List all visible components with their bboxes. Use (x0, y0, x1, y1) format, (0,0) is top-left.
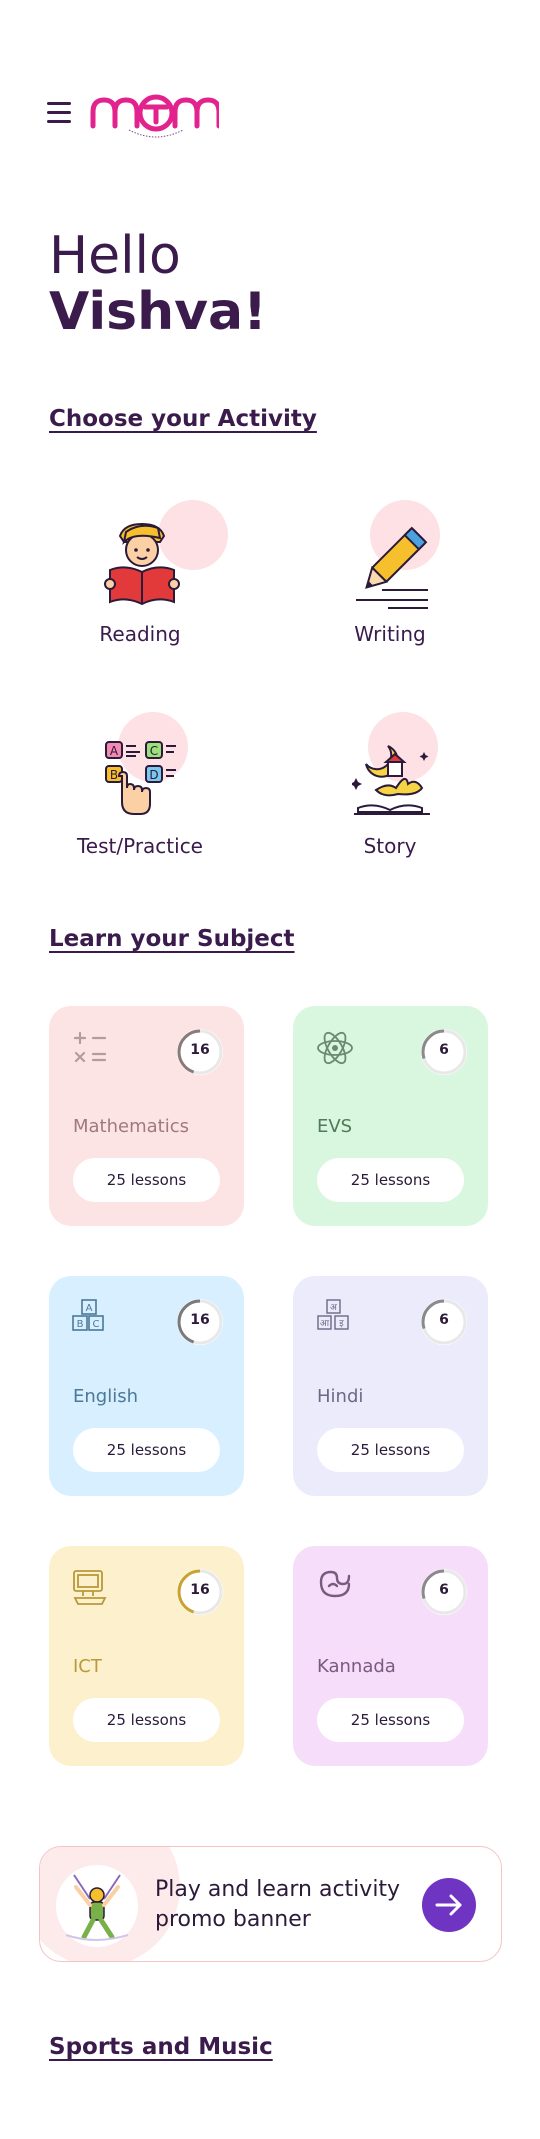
mtm-logo[interactable] (89, 86, 219, 146)
lesson-count: 16 (190, 1312, 210, 1328)
lessons-button[interactable]: 25 lessons (317, 1158, 464, 1202)
subject-name: Mathematics (73, 1116, 189, 1137)
arrow-right-icon[interactable] (422, 1878, 476, 1932)
lesson-count: 6 (439, 1312, 449, 1328)
banner-text: Play and learn activity promo banner (155, 1877, 401, 1932)
app-header (47, 86, 247, 146)
svg-text:C: C (93, 1319, 100, 1330)
lessons-button[interactable]: 25 lessons (73, 1158, 220, 1202)
lesson-count: 6 (439, 1582, 449, 1598)
activity-label: Test/Practice (76, 834, 203, 858)
computer-icon (73, 1570, 107, 1605)
abcd-blocks-icon: A C B D (105, 741, 176, 815)
reading-boy-icon (104, 522, 180, 606)
svg-text:C: C (150, 744, 158, 758)
progress-ring: 6 (420, 1298, 468, 1346)
menu-icon[interactable] (47, 102, 71, 124)
svg-text:B: B (110, 768, 118, 782)
svg-text:आ: आ (320, 1319, 330, 1329)
subject-card-evs[interactable]: 6 EVS 25 lessons (293, 1006, 488, 1226)
subject-card-english[interactable]: A B C 16 English 25 lessons (49, 1276, 244, 1496)
lesson-count: 16 (190, 1582, 210, 1598)
section-title-subject: Learn your Subject (49, 926, 295, 952)
math-symbols-icon (73, 1031, 107, 1063)
subject-name: EVS (317, 1116, 353, 1137)
promo-banner[interactable]: Play and learn activity promo banner (39, 1846, 502, 1962)
pencil-icon (356, 526, 428, 609)
activity-writing[interactable]: Writing (290, 500, 490, 670)
lessons-button[interactable]: 25 lessons (73, 1698, 220, 1742)
svg-text:B: B (77, 1319, 84, 1330)
abc-blocks-icon: AB C (72, 1299, 104, 1331)
atom-icon (317, 1031, 353, 1065)
svg-text:A: A (86, 1303, 93, 1314)
user-name: Vishva! (49, 282, 267, 342)
svg-text:अ: अ (330, 1303, 338, 1313)
story-book-icon (352, 745, 430, 815)
subject-name: Hindi (317, 1386, 364, 1407)
svg-text:D: D (149, 768, 158, 782)
svg-text:A: A (110, 744, 119, 758)
progress-ring: 16 (176, 1028, 224, 1076)
lessons-button[interactable]: 25 lessons (317, 1428, 464, 1472)
greeting-hello: Hello (49, 226, 181, 286)
greeting: Hello Vishva! (49, 228, 267, 340)
activity-story[interactable]: Story (290, 712, 490, 882)
activity-label: Story (363, 834, 417, 858)
activity-label: Writing (354, 622, 426, 646)
subject-name: Kannada (317, 1656, 396, 1677)
activity-reading[interactable]: Reading (40, 500, 240, 670)
kannada-letter-icon (319, 1570, 351, 1598)
lessons-button[interactable]: 25 lessons (317, 1698, 464, 1742)
progress-ring: 6 (420, 1568, 468, 1616)
progress-ring: 16 (176, 1568, 224, 1616)
lesson-count: 6 (439, 1042, 449, 1058)
subject-card-mathematics[interactable]: 16 Mathematics 25 lessons (49, 1006, 244, 1226)
subject-name: ICT (73, 1656, 102, 1677)
section-title-sports: Sports and Music (49, 2034, 273, 2060)
activity-test-practice[interactable]: A C B D Test/Practice (40, 712, 240, 882)
gymnast-illustration (56, 1865, 138, 1947)
lesson-count: 16 (190, 1042, 210, 1058)
subject-card-ict[interactable]: 16 ICT 25 lessons (49, 1546, 244, 1766)
section-title-activity: Choose your Activity (49, 406, 317, 432)
activity-label: Reading (99, 622, 181, 646)
hindi-letters-icon: अआ इ (317, 1299, 349, 1330)
svg-text:इ: इ (339, 1319, 344, 1329)
lessons-button[interactable]: 25 lessons (73, 1428, 220, 1472)
subject-name: English (73, 1386, 138, 1407)
progress-ring: 6 (420, 1028, 468, 1076)
progress-ring: 16 (176, 1298, 224, 1346)
subject-card-hindi[interactable]: अ आ इ 6 Hindi 25 lessons (293, 1276, 488, 1496)
subject-card-kannada[interactable]: 6 Kannada 25 lessons (293, 1546, 488, 1766)
